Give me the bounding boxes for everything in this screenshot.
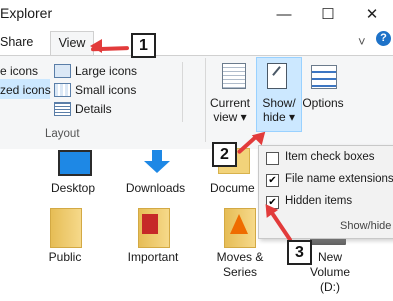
layout-scroll-divider [182,62,183,122]
tab-share[interactable]: Share [0,35,33,49]
annotation-badge-2: 2 [212,142,237,167]
desktop-icon[interactable] [58,150,92,176]
public-folder-icon[interactable] [50,208,82,248]
show-hide-label-1: Show/ [262,96,296,110]
layout-medium-icons[interactable]: zed icons [0,83,51,97]
item-desktop[interactable]: Desktop [38,181,108,196]
item-moves-series[interactable]: Moves & Series [210,250,270,280]
layout-group-label: Layout [45,128,80,140]
vlc-cone-icon [230,214,248,234]
menu-footer-label: Show/hide [340,220,392,232]
close-button[interactable]: ✕ [350,0,393,29]
minimize-button[interactable]: — [262,0,306,29]
current-view-label-1: Current [209,96,250,110]
details-icon [54,102,71,116]
maximize-button[interactable]: ☐ [306,0,350,29]
annotation-badge-1: 1 [131,33,156,58]
annotation-arrowhead-1 [90,39,102,53]
current-view-icon [222,63,246,89]
moves-series-line-2: Series [222,265,257,279]
layout-large-icons[interactable]: Large icons [75,64,137,78]
small-icons-icon [54,83,71,97]
item-important[interactable]: Important [120,250,186,265]
moves-series-line-1: Moves & [216,250,264,264]
window-title: Explorer [0,5,53,21]
item-downloads[interactable]: Downloads [118,181,193,196]
downloads-arrow-icon [144,161,170,173]
annotation-badge-3: 3 [287,240,312,265]
group-divider [205,58,206,142]
new-volume-line-3: (D:) [320,280,340,294]
large-icons-icon [54,64,71,78]
collapse-ribbon-icon[interactable]: ˅ [358,34,366,49]
layout-small-icons[interactable]: Small icons [75,83,136,97]
options-button[interactable]: Options [300,96,346,110]
help-icon[interactable]: ? [376,31,391,46]
menu-item-check-boxes[interactable]: Item check boxes [285,151,374,163]
current-view-label-2: view ▾ [213,110,247,124]
item-public[interactable]: Public [35,250,95,265]
options-icon [311,65,337,89]
current-view-button[interactable]: Current view ▾ [207,96,253,124]
item-check-boxes-checkbox[interactable] [266,152,279,165]
file-name-extensions-checkbox[interactable]: ✔ [266,174,279,187]
pdf-file-icon [142,214,158,234]
new-volume-line-2: Volume [309,265,351,279]
show-hide-label-2: hide ▾ [262,110,296,124]
menu-item-hidden-items[interactable]: Hidden items [285,195,352,207]
item-documents[interactable]: Docume [210,181,260,196]
layout-extra-large-icons[interactable]: e icons [0,64,38,78]
layout-details[interactable]: Details [75,102,112,116]
show-hide-text: Show/ hide ▾ [256,96,302,124]
tab-view[interactable]: View [50,31,94,56]
menu-item-file-name-extensions[interactable]: File name extensions [285,173,393,185]
